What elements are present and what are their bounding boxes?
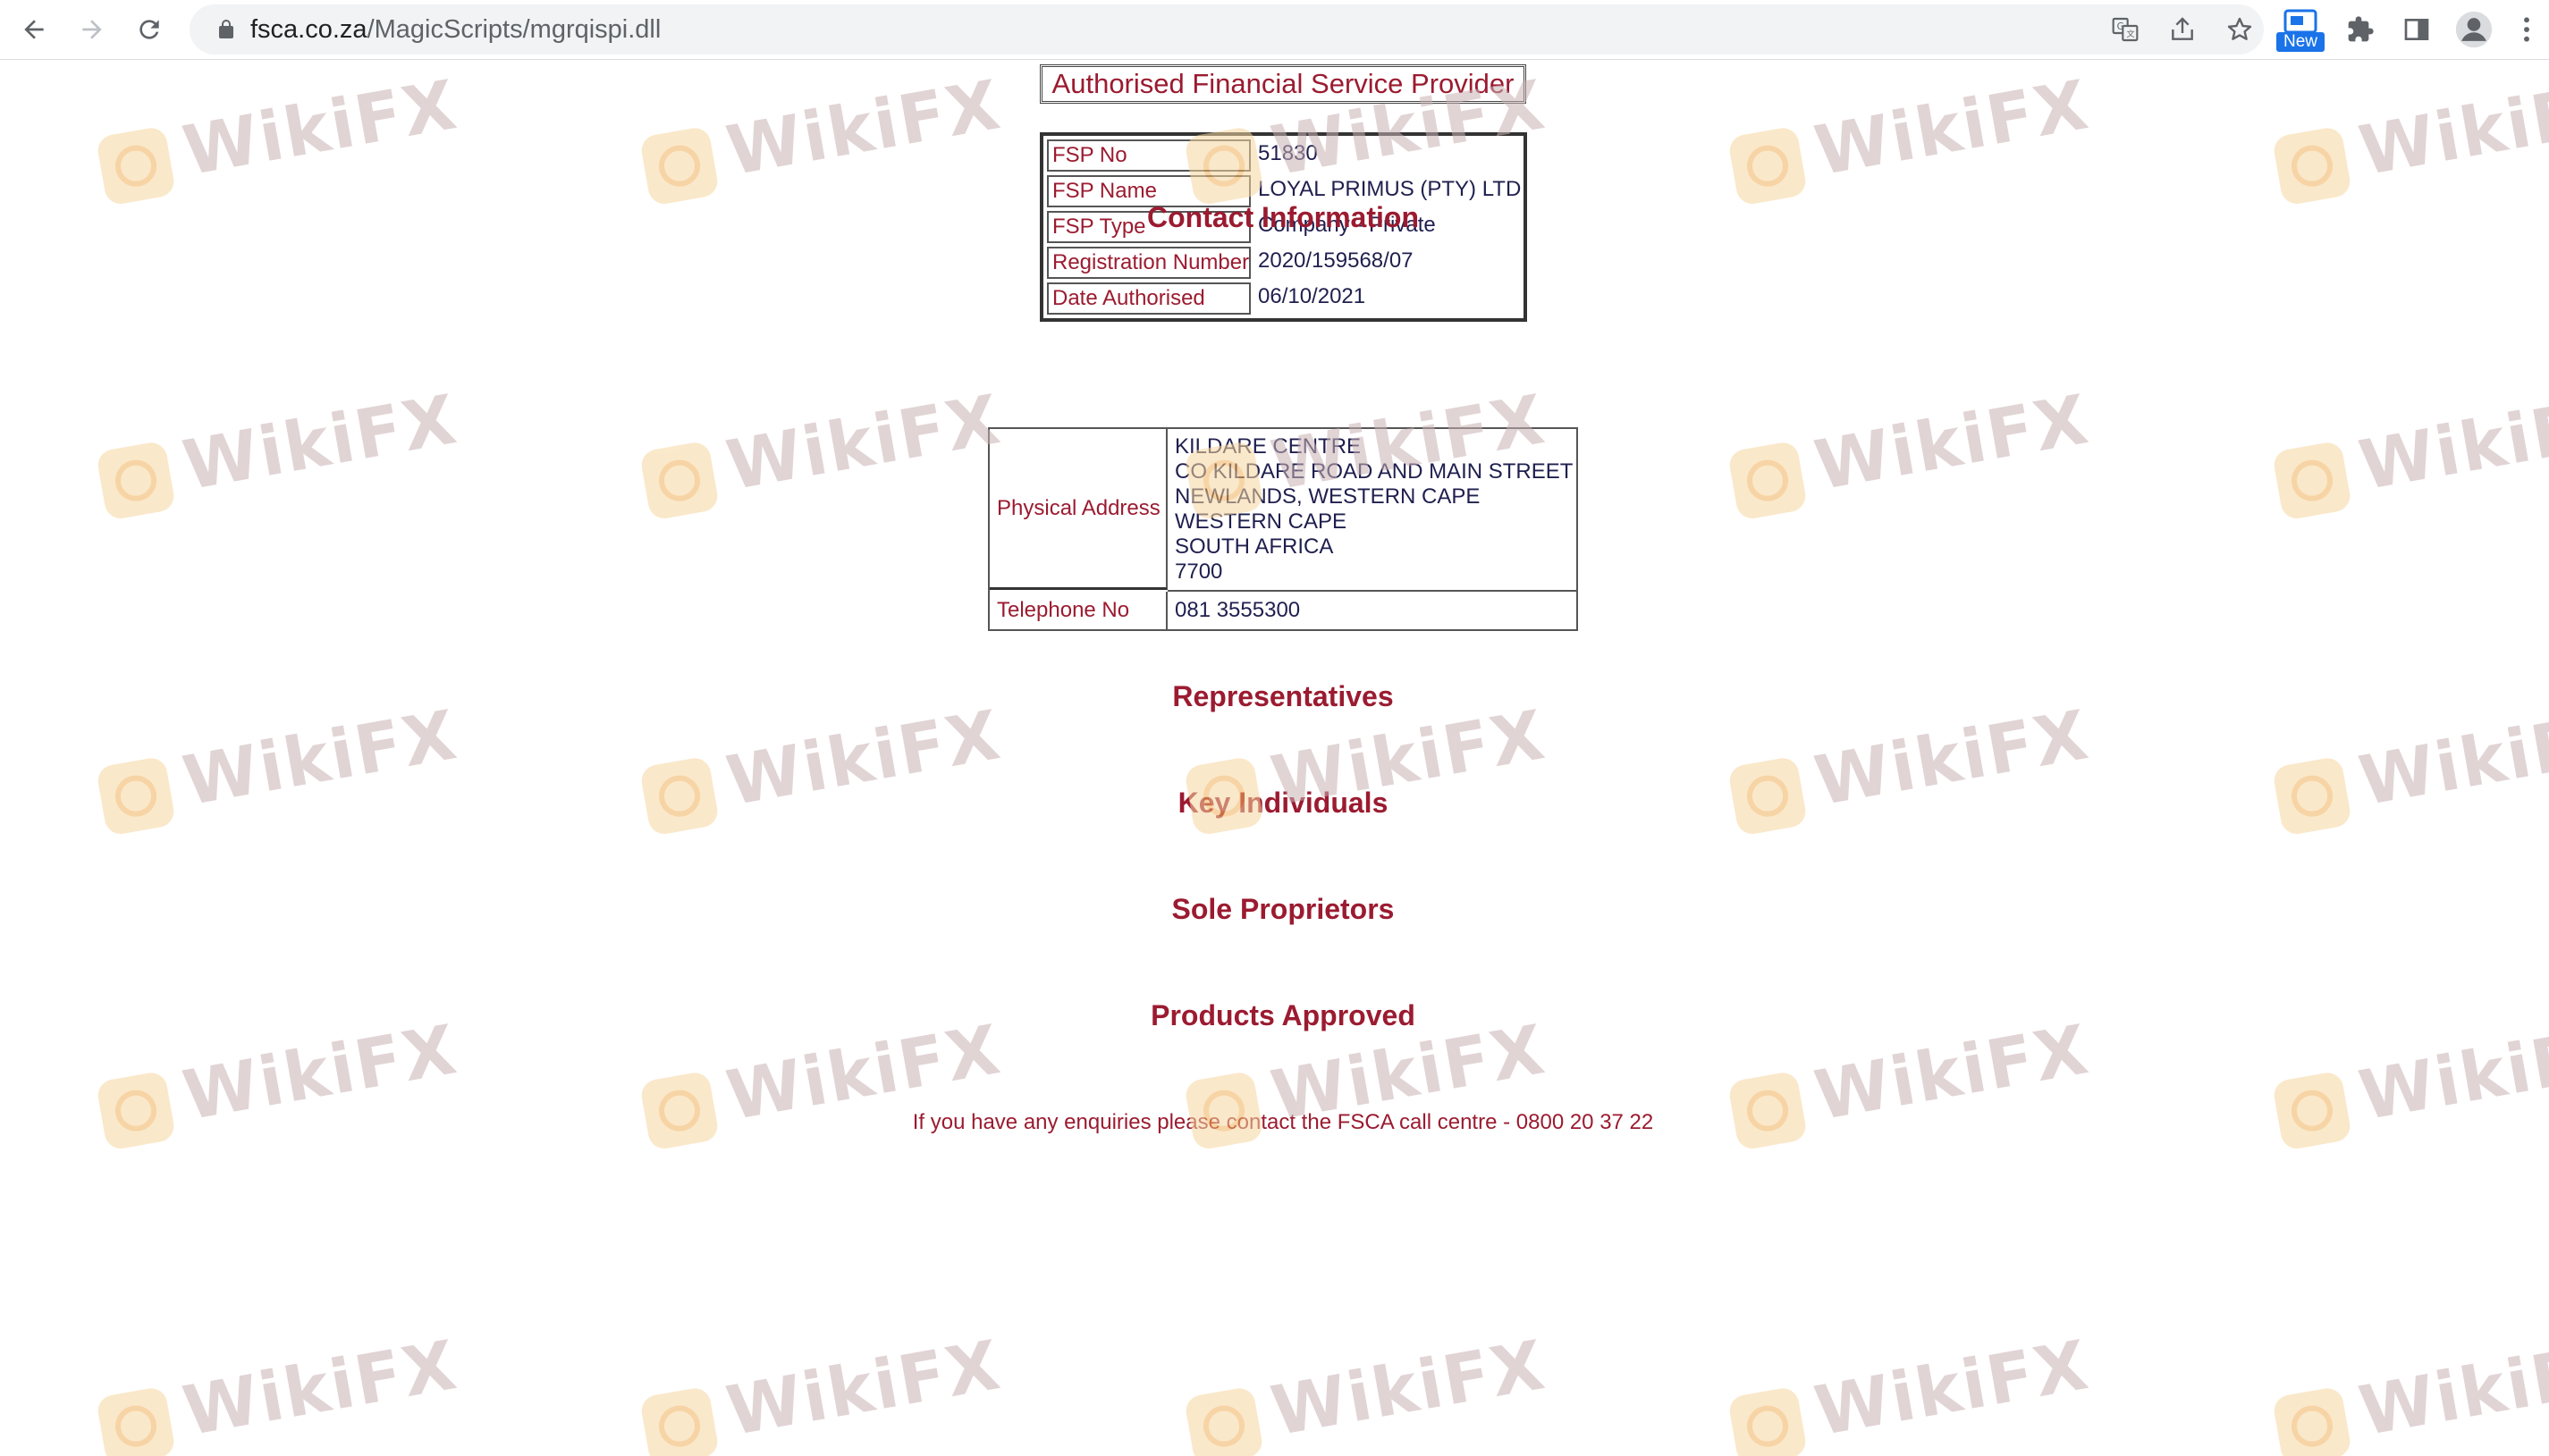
- date-authorised-value: 06/10/2021: [1258, 284, 1366, 308]
- url-path: /MagicScripts/mgrqispi.dll: [367, 15, 662, 44]
- contact-information-heading: Contact Information: [1147, 201, 1419, 233]
- physical-address-label: Physical Address: [990, 429, 1168, 590]
- table-row: Registration Number 2020/159568/07: [1047, 247, 1520, 279]
- extensions-puzzle-icon[interactable]: [2338, 7, 2383, 52]
- lock-icon[interactable]: [204, 7, 249, 52]
- browser-window: fsca.co.za/MagicScripts/mgrqispi.dll G文 …: [0, 0, 2549, 1456]
- browser-toolbar: fsca.co.za/MagicScripts/mgrqispi.dll G文 …: [0, 0, 2549, 60]
- address-bar[interactable]: fsca.co.za/MagicScripts/mgrqispi.dll G文: [190, 4, 2264, 55]
- contact-information-table: Physical Address KILDARE CENTRE CO KILDA…: [988, 427, 1578, 631]
- enquiries-footer-note: If you have any enquiries please contact…: [912, 1110, 1654, 1134]
- registration-number-value: 2020/159568/07: [1258, 248, 1414, 273]
- svg-text:G: G: [2117, 21, 2124, 32]
- translate-icon[interactable]: G文: [2103, 7, 2148, 52]
- physical-address-value: KILDARE CENTRE CO KILDARE ROAD AND MAIN …: [1175, 434, 1573, 585]
- share-icon[interactable]: [2160, 7, 2205, 52]
- fsp-no-value: 51830: [1258, 141, 1318, 165]
- table-row: Date Authorised 06/10/2021: [1047, 282, 1520, 315]
- products-approved-heading: Products Approved: [1151, 999, 1415, 1031]
- sole-proprietors-heading: Sole Proprietors: [1171, 893, 1395, 925]
- address-line: 7700: [1175, 560, 1223, 584]
- page-content: Authorised Financial Service Provider FS…: [0, 60, 2549, 1456]
- table-row: FSP No 51830: [1047, 139, 1520, 172]
- date-authorised-label: Date Authorised: [1047, 282, 1251, 315]
- back-arrow-icon[interactable]: [12, 7, 56, 52]
- new-feature-badge[interactable]: New: [2275, 9, 2330, 52]
- side-panel-icon[interactable]: [2394, 7, 2439, 52]
- address-line: NEWLANDS, WESTERN CAPE: [1175, 484, 1481, 509]
- registration-number-label: Registration Number: [1047, 247, 1251, 279]
- fsp-no-label: FSP No: [1047, 139, 1251, 172]
- address-line: SOUTH AFRICA: [1175, 534, 1334, 559]
- page-title: Authorised Financial Service Provider: [1040, 64, 1526, 104]
- reload-icon[interactable]: [127, 7, 172, 52]
- svg-text:文: 文: [2126, 29, 2134, 39]
- url-host: fsca.co.za: [250, 15, 367, 44]
- profile-avatar-icon[interactable]: [2452, 7, 2496, 52]
- key-individuals-heading: Key Individuals: [1177, 787, 1388, 819]
- telephone-label: Telephone No: [990, 592, 1168, 629]
- telephone-value: 081 3555300: [1175, 598, 1301, 622]
- address-line: KILDARE CENTRE: [1175, 434, 1362, 459]
- address-line: CO KILDARE ROAD AND MAIN STREET: [1175, 459, 1574, 484]
- kebab-menu-icon[interactable]: [2509, 7, 2545, 52]
- representatives-heading: Representatives: [1172, 680, 1394, 712]
- star-icon[interactable]: [2217, 7, 2262, 52]
- forward-arrow-icon[interactable]: [70, 7, 114, 52]
- url-text[interactable]: fsca.co.za/MagicScripts/mgrqispi.dll: [250, 4, 661, 55]
- new-badge-label: New: [2276, 32, 2325, 52]
- address-line: WESTERN CAPE: [1175, 509, 1347, 534]
